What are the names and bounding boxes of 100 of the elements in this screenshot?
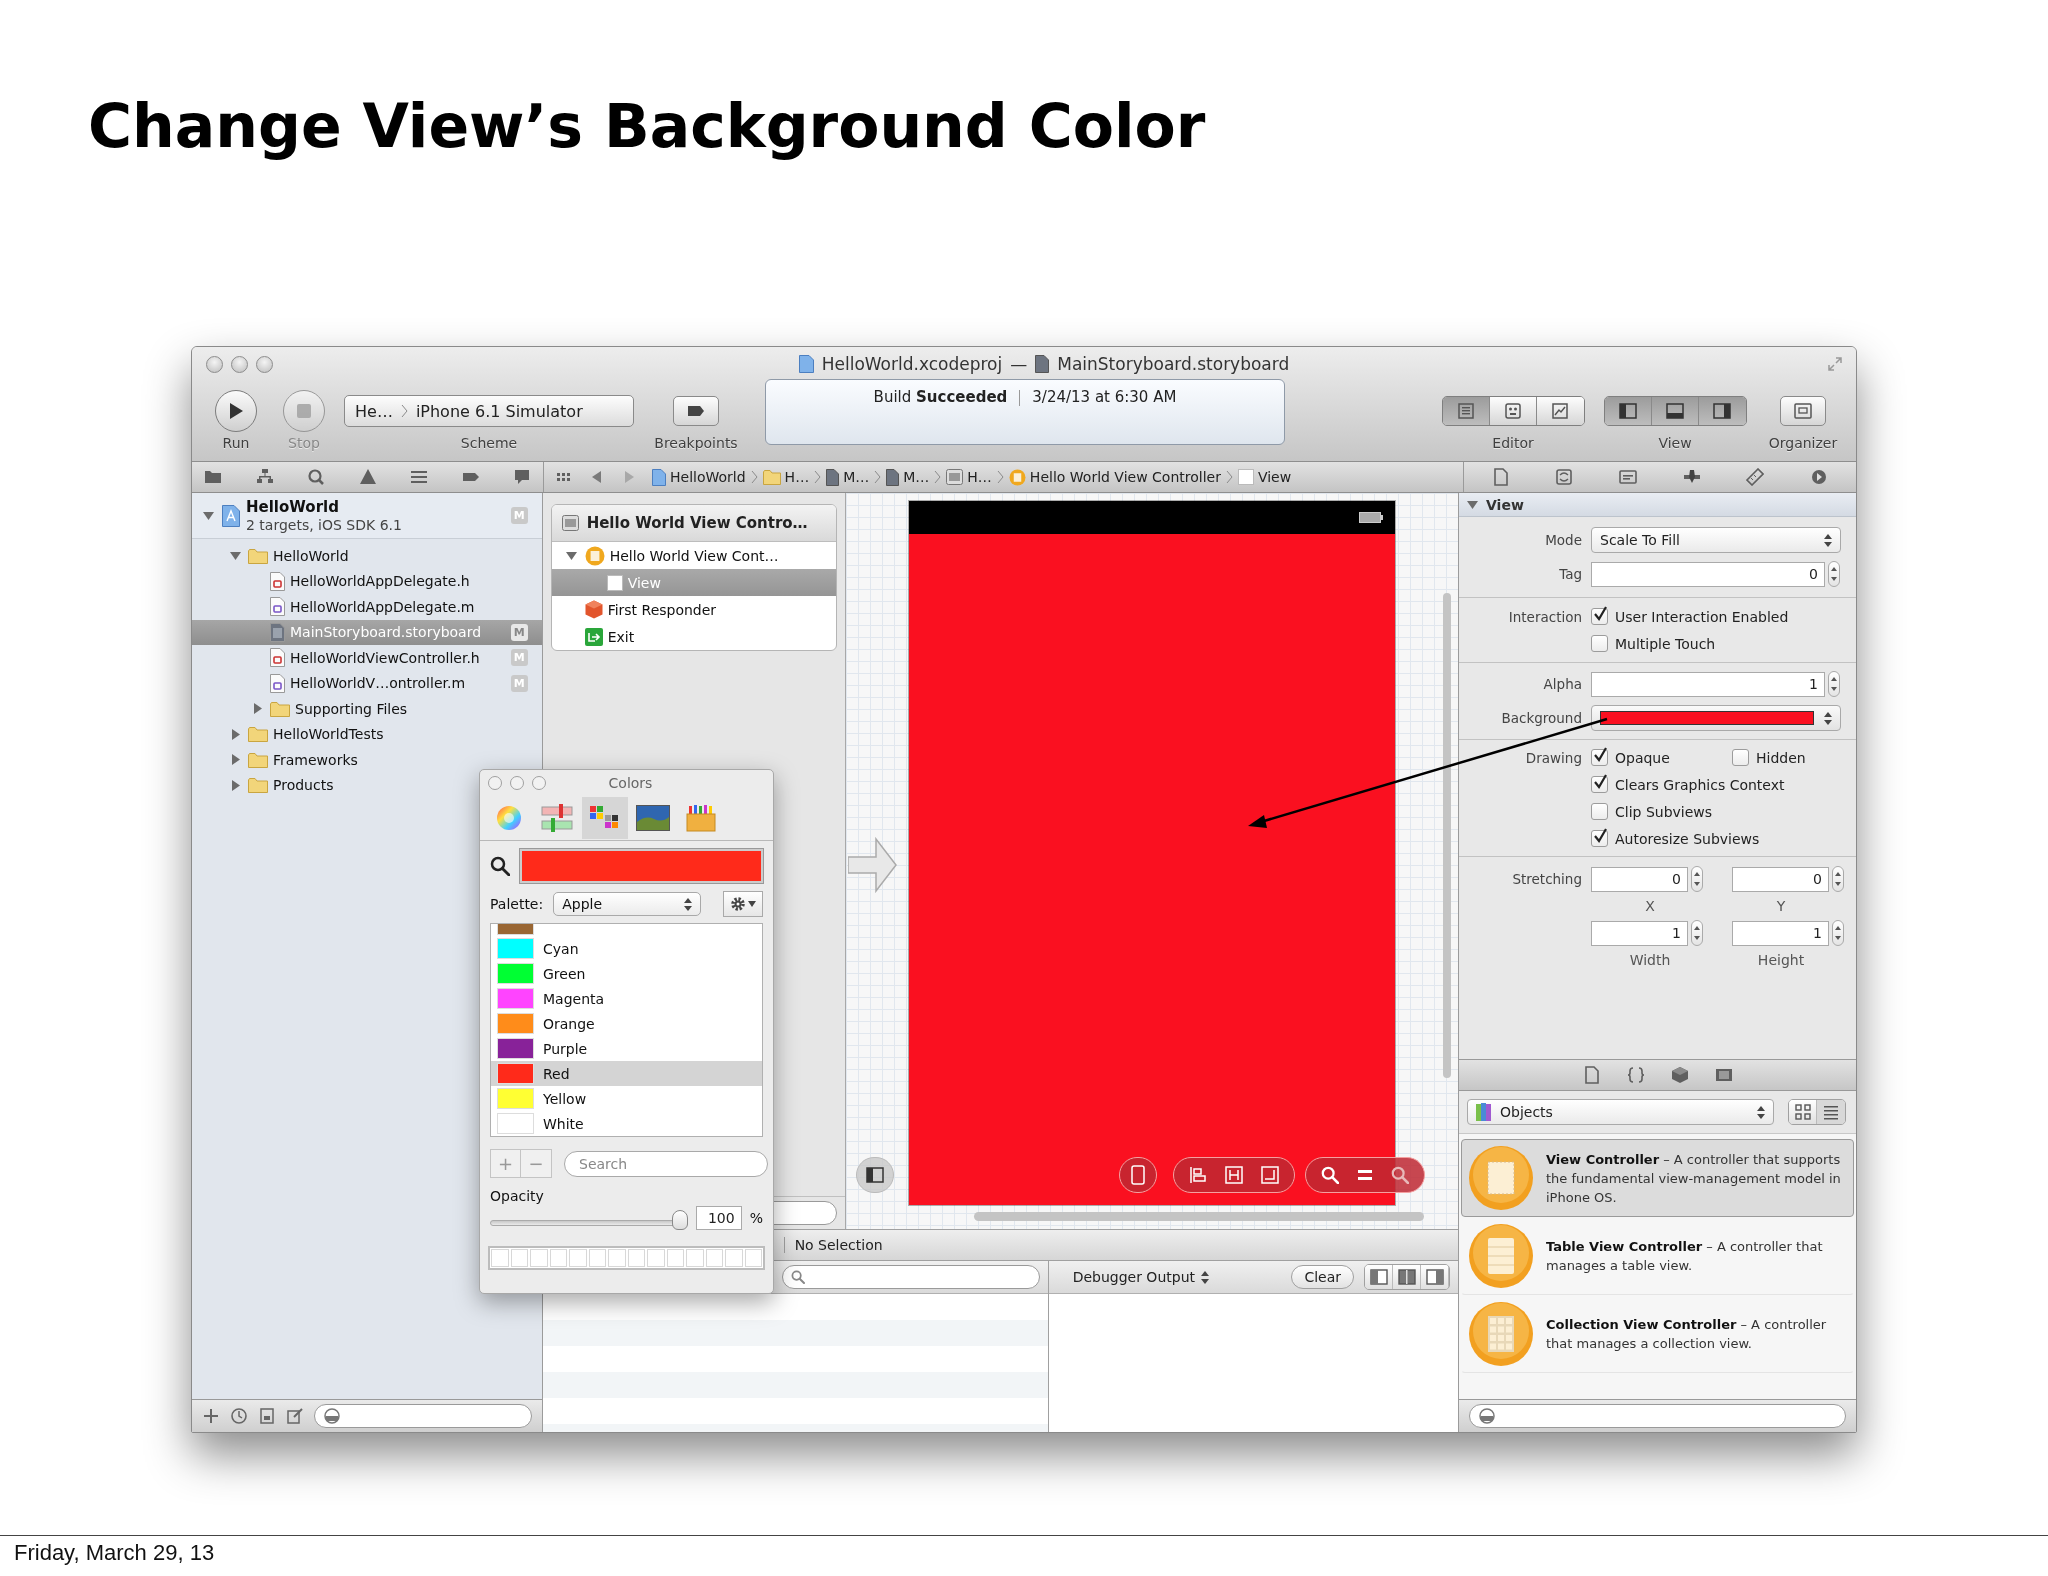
number-field[interactable]: 0 <box>1732 866 1829 892</box>
file-name: HelloWorldViewController.h <box>290 649 480 666</box>
title-separator: — <box>1010 354 1028 374</box>
checkbox-label: Hidden <box>1756 749 1806 766</box>
mode-popup[interactable]: Scale To Fill <box>1591 527 1841 553</box>
tag-field[interactable]: 0 <box>1591 561 1825 587</box>
file-name: MainStoryboard.storyboard <box>290 624 482 641</box>
section-title: View <box>1486 496 1524 513</box>
library-item-description: View Controller – A controller that supports the fundamental view-management model in iPhone OS. <box>1546 1150 1842 1207</box>
field-label: Tag <box>1559 566 1582 582</box>
field-label: Stretching <box>1512 871 1582 887</box>
navigator-row[interactable]: Products <box>192 772 542 798</box>
window-title: MainStoryboard.storyboard <box>1057 354 1290 374</box>
file-name: HelloWorldTests <box>273 726 384 743</box>
field-caption: Height <box>1757 952 1805 968</box>
panel-title: Colors <box>607 774 654 791</box>
navigator-row[interactable]: Supporting Files <box>192 696 542 722</box>
library-item-description: Table View Controller – A controller that manages a table view. <box>1546 1238 1824 1275</box>
breadcrumb[interactable]: HelloWorld <box>652 468 746 486</box>
library-filter-popup[interactable]: Objects <box>1467 1099 1774 1125</box>
project-subtitle: 2 targets, iOS SDK 6.1 <box>246 515 402 534</box>
project-name: HelloWorld <box>246 497 340 516</box>
navigator-row[interactable]: HelloWorldAppDelegate.h <box>192 568 542 594</box>
color-name: White <box>543 1115 584 1132</box>
field-label: Alpha <box>1543 676 1582 692</box>
color-name: Purple <box>543 1040 588 1057</box>
number-field[interactable]: 1 <box>1732 920 1829 946</box>
file-name: HelloWorldAppDelegate.h <box>290 573 470 590</box>
palette-label: Palette: <box>490 896 544 912</box>
field-label: Mode <box>1545 532 1582 548</box>
scheme-popup[interactable]: He… iPhone 6.1 Simulator <box>344 395 634 427</box>
field-caption: Width <box>1629 952 1671 968</box>
file-name: HelloWorldV…ontroller.m <box>290 675 466 692</box>
opacity-label: Opacity <box>489 1187 545 1204</box>
toolbar-label: Scheme <box>460 435 518 451</box>
number-field[interactable]: 0 <box>1591 866 1688 892</box>
breadcrumb[interactable]: M… <box>886 468 930 486</box>
build-status: Build Succeeded <box>873 388 1008 406</box>
checkbox-label: Autoresize Subviews <box>1615 830 1760 847</box>
checkbox-label: Multiple Touch <box>1615 635 1716 652</box>
scene-title: Hello World View Contro… <box>586 514 808 532</box>
toolbar-label: Editor <box>1492 435 1534 451</box>
toolbar-label: Breakpoints <box>654 435 738 451</box>
navigator-row[interactable]: Frameworks <box>192 747 542 773</box>
outline-label: View <box>627 574 661 591</box>
outline-label: Exit <box>607 628 635 645</box>
debug-status: No Selection <box>783 1237 883 1253</box>
search-field[interactable]: Search <box>564 1150 768 1177</box>
status-badge: M <box>510 623 528 641</box>
color-name: Green <box>543 965 586 982</box>
field-caption: X <box>1645 898 1655 914</box>
breadcrumb[interactable]: Hello World View Controller <box>1008 468 1221 486</box>
color-name: Cyan <box>543 940 579 957</box>
field-label: Interaction <box>1508 608 1582 625</box>
toolbar-label: Organizer <box>1768 435 1838 451</box>
outline-row[interactable]: Exit <box>551 623 836 650</box>
output-popup[interactable]: Debugger Output <box>1064 1269 1217 1285</box>
breadcrumb[interactable]: H… <box>762 469 810 485</box>
slide-footer: Friday, March 29, 13 <box>14 1540 215 1565</box>
checkbox-label: Clip Subviews <box>1615 803 1713 820</box>
toolbar-label: View <box>1658 435 1692 451</box>
color-name: Magenta <box>543 990 605 1007</box>
palette-popup[interactable]: Apple <box>553 892 702 916</box>
unit-label: % <box>749 1210 763 1226</box>
slide-title: Change View’s Background Color <box>88 92 1206 161</box>
library-item-description: Collection View Controller – A controller that manages a collection view. <box>1546 1316 1828 1353</box>
outline-row[interactable]: First Responder <box>551 596 836 623</box>
navigator-row[interactable]: HelloWorldAppDelegate.m <box>192 594 542 620</box>
checkbox-label: Opaque <box>1615 749 1670 766</box>
color-name: Yellow <box>543 1090 587 1107</box>
clear-button[interactable]: Clear <box>1291 1265 1354 1289</box>
library-item[interactable]: View Controller – A controller that supports the fundamental view-management model in iPhone OS. <box>1461 1139 1854 1217</box>
breadcrumb[interactable]: View <box>1237 469 1292 485</box>
toolbar-label: Run <box>222 435 250 451</box>
outline-row[interactable]: Hello World View Cont… <box>551 542 836 569</box>
color-row[interactable]: Red <box>491 1061 762 1086</box>
outline-label: First Responder <box>607 601 717 618</box>
file-name: HelloWorldAppDelegate.m <box>290 598 475 615</box>
navigator-row[interactable]: HelloWorld <box>192 543 542 569</box>
field-label: Drawing <box>1525 749 1582 766</box>
navigator-row[interactable]: HelloWorldTests <box>192 721 542 747</box>
color-name: Orange <box>543 1015 595 1032</box>
build-time: 3/24/13 at 6:30 AM <box>1032 388 1177 406</box>
opacity-field[interactable]: 100 <box>695 1206 742 1230</box>
toolbar-label: Stop <box>288 435 320 451</box>
window-title: HelloWorld.xcodeproj <box>821 354 1003 374</box>
field-label: Background <box>1501 710 1582 726</box>
checkbox-label: Clears Graphics Context <box>1615 776 1785 793</box>
checkbox-label: User Interaction Enabled <box>1615 608 1789 625</box>
breadcrumb[interactable]: M… <box>826 468 870 486</box>
section-header[interactable]: View <box>1459 493 1856 517</box>
number-field[interactable]: 1 <box>1591 920 1688 946</box>
file-name: HelloWorld <box>273 547 349 564</box>
file-name: Products <box>273 777 334 794</box>
alpha-field[interactable]: 1 <box>1591 671 1825 697</box>
field-caption: Y <box>1776 898 1786 914</box>
outline-label: Hello World View Cont… <box>609 547 779 564</box>
file-name: Frameworks <box>273 751 358 768</box>
color-name: Red <box>543 1065 570 1082</box>
breadcrumb[interactable]: H… <box>946 469 992 485</box>
